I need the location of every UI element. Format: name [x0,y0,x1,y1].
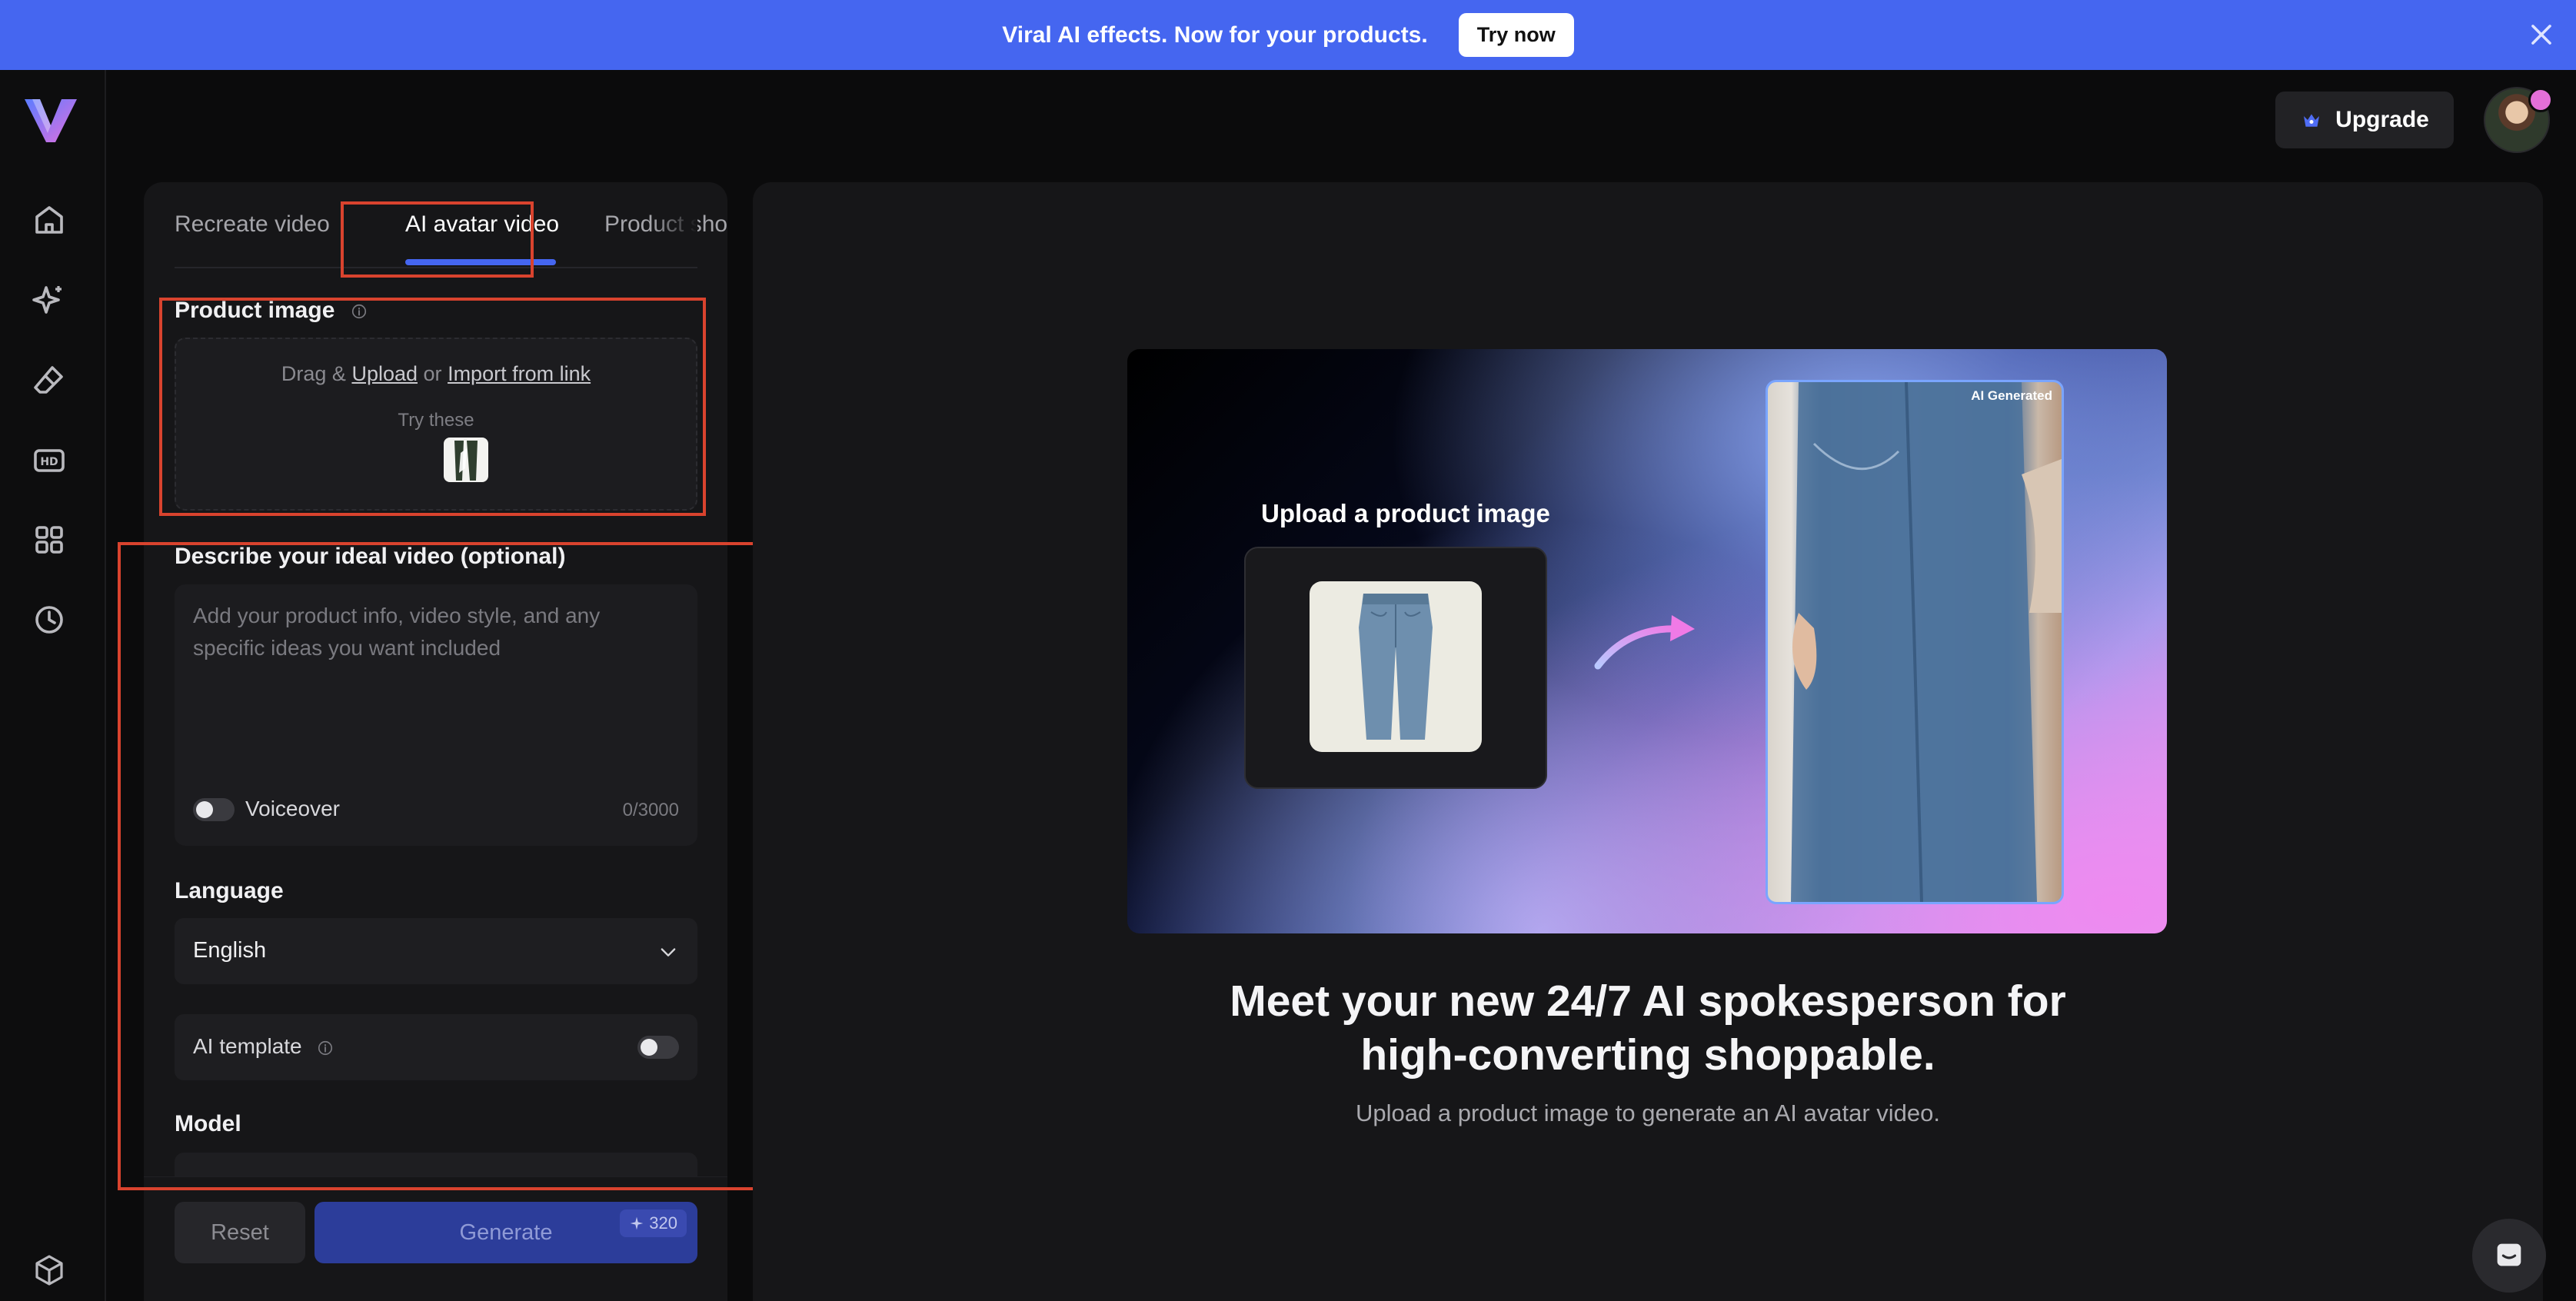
ai-template-row: AI template [175,1014,697,1080]
ai-template-toggle[interactable] [637,1036,679,1059]
chat-support-button[interactable] [2472,1219,2546,1293]
home-icon[interactable] [31,201,68,238]
product-image-dropzone[interactable]: Drag & Upload or Import from link Try th… [175,338,697,511]
sidebar: HD [0,70,106,1301]
import-from-link[interactable]: Import from link [448,362,591,385]
close-icon[interactable] [2527,20,2556,49]
model-label: Model [175,1111,241,1136]
try-these-label: Try these [398,410,474,431]
upload-link[interactable]: Upload [351,362,418,385]
upload-instructions: Drag & Upload or Import from link [176,362,696,386]
info-icon[interactable] [317,1040,334,1056]
history-icon[interactable] [31,601,68,638]
chat-icon [2497,1243,2521,1266]
arrow-icon [1594,615,1695,670]
language-select[interactable]: English [175,918,697,984]
active-tab-indicator [405,259,556,265]
creation-panel: Recreate video AI avatar video Product s… [144,182,727,1301]
description-placeholder: Add your product info, video style, and … [193,604,601,660]
ai-generated-preview: AI Generated [1766,380,2064,904]
eraser-icon[interactable] [31,361,68,398]
voiceover-label: Voiceover [245,797,340,820]
mode-tabs: Recreate video AI avatar video Product s… [175,182,727,268]
tab-ai-avatar-video[interactable]: AI avatar video [405,211,559,238]
product-image-label: Product image [175,298,368,324]
headline-line-1: Meet your new 24/7 AI spokesperson for [1230,977,2066,1026]
apps-icon[interactable] [31,521,68,558]
generate-label: Generate [459,1219,553,1245]
tab-fade [651,198,697,259]
tab-recreate-video[interactable]: Recreate video [175,211,330,238]
sparkle-icon [630,1216,644,1230]
banner-text: Viral AI effects. Now for your products. [1002,22,1428,48]
hd-icon[interactable]: HD [31,441,68,478]
reset-button[interactable]: Reset [175,1202,305,1263]
notification-badge [2528,88,2553,112]
upgrade-label: Upgrade [2335,107,2429,132]
chevron-down-icon [661,948,676,957]
sparkle-icon[interactable] [31,281,68,318]
svg-text:HD: HD [40,456,58,468]
ai-template-label: AI template [193,1034,334,1059]
headline: Meet your new 24/7 AI spokesperson for h… [753,974,2543,1082]
generate-button[interactable]: Generate 320 [315,1202,697,1263]
product-card [1244,547,1547,789]
language-value: English [193,938,267,963]
box-icon[interactable] [31,1252,68,1289]
subheadline: Upload a product image to generate an AI… [1356,1100,1940,1126]
info-icon[interactable] [351,303,368,320]
sample-product-thumbnail[interactable] [444,438,488,482]
language-label: Language [175,878,284,903]
credit-badge: 320 [620,1209,687,1237]
hero-illustration: Upload a product image AI Generated [1127,349,2167,933]
ai-template-label-text: AI template [193,1034,302,1058]
ai-generated-tag: AI Generated [1971,388,2052,403]
drag-text: Drag & [281,362,346,385]
video-description-textarea[interactable]: Add your product info, video style, and … [175,584,697,846]
voiceover-toggle[interactable] [193,798,235,821]
try-now-button[interactable]: Try now [1458,13,1574,57]
jeans-image [1310,581,1482,752]
promo-banner: Viral AI effects. Now for your products.… [0,0,2576,70]
headline-line-2: high-converting shoppable. [1360,1030,1935,1080]
preview-panel: Upload a product image AI Generated Meet… [753,182,2543,1301]
action-bar: Reset Generate 320 [144,1176,727,1301]
product-image-label-text: Product image [175,298,335,323]
char-counter: 0/3000 [622,800,679,820]
describe-video-label: Describe your ideal video (optional) [175,544,566,569]
credit-count: 320 [649,1213,677,1233]
upgrade-button[interactable]: Upgrade [2275,92,2454,148]
crown-icon [2304,114,2320,127]
logo-icon[interactable] [22,95,80,145]
hero-upload-label: Upload a product image [1261,499,1550,527]
or-text: or [423,362,442,385]
